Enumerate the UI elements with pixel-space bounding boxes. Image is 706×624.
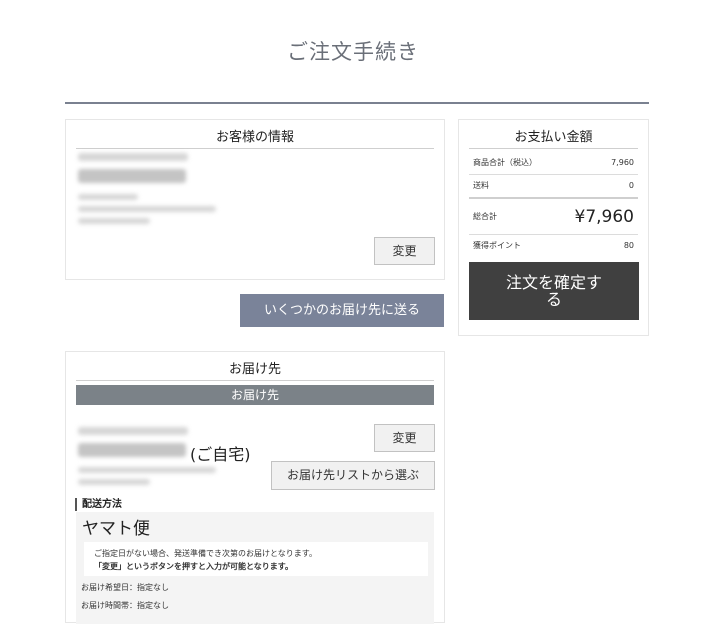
multiple-destinations-button[interactable]: いくつかのお届け先に送る xyxy=(240,294,444,327)
page-title: ご注文手続き xyxy=(287,40,419,64)
shipping-notice: ご指定日がない場合、発送準備でき次第のお届けとなります。 「変更」というボタンを… xyxy=(84,542,428,576)
confirm-order-button[interactable]: 注文を確定する xyxy=(469,262,639,320)
customer-kana-redacted xyxy=(78,153,188,161)
delivery-subheading-bar: お届け先 xyxy=(76,385,434,405)
delivery-change-button[interactable]: 変更 xyxy=(374,424,435,452)
shipping-row: 送料 0 xyxy=(469,175,638,199)
subtotal-label: 商品合計（税込） xyxy=(473,158,537,167)
points-value: 80 xyxy=(623,241,634,250)
shipping-value: 0 xyxy=(628,181,634,190)
points-label: 獲得ポイント xyxy=(473,241,521,250)
recipient-address-redacted xyxy=(78,467,216,473)
choose-from-address-list-button[interactable]: お届け先リストから選ぶ xyxy=(271,461,435,490)
recipient-phone-redacted xyxy=(78,479,150,485)
customer-zip-redacted xyxy=(78,194,138,200)
customer-change-button[interactable]: 変更 xyxy=(374,237,435,265)
home-label: (ご自宅) xyxy=(190,445,251,464)
title-divider xyxy=(65,102,649,104)
carrier-name: ヤマト便 xyxy=(82,519,150,539)
delivery-panel: お届け先 お届け先 (ご自宅) 変更 お届け先リストから選ぶ 配送方法 ヤマト便… xyxy=(65,351,445,624)
shipping-method-box: ヤマト便 ご指定日がない場合、発送準備でき次第のお届けとなります。 「変更」とい… xyxy=(76,512,434,624)
notice-line-2: 「変更」というボタンを押すと入力が可能となります。 xyxy=(94,562,293,571)
subtotal-value: 7,960 xyxy=(611,158,634,167)
customer-info-heading: お客様の情報 xyxy=(76,126,434,149)
shipping-method-heading: 配送方法 xyxy=(75,498,122,511)
recipient-kana-redacted xyxy=(78,427,188,435)
delivery-date-label: お届け希望日： xyxy=(81,583,137,592)
points-row: 獲得ポイント 80 xyxy=(469,235,638,257)
recipient-name-redacted xyxy=(78,443,186,457)
delivery-time-value: 指定なし xyxy=(137,601,169,610)
delivery-heading: お届け先 xyxy=(76,358,434,381)
total-row: 総合計 ¥7,960 xyxy=(469,200,638,235)
customer-info-panel: お客様の情報 変更 xyxy=(65,119,445,280)
shipping-label: 送料 xyxy=(473,181,489,190)
payment-summary-panel: お支払い金額 商品合計（税込） 7,960 送料 0 総合計 ¥7,960 獲得… xyxy=(458,119,649,336)
customer-phone-redacted xyxy=(78,218,150,224)
delivery-date-row: お届け希望日：指定なし xyxy=(81,582,169,593)
customer-name-redacted xyxy=(78,169,186,183)
customer-address-redacted xyxy=(78,206,216,212)
subtotal-row: 商品合計（税込） 7,960 xyxy=(469,152,638,175)
delivery-time-label: お届け時間帯： xyxy=(81,601,137,610)
confirm-order-label: 注文を確定する xyxy=(505,273,602,309)
payment-heading: お支払い金額 xyxy=(469,126,638,149)
delivery-date-value: 指定なし xyxy=(137,583,169,592)
total-label: 総合計 xyxy=(473,212,497,221)
notice-line-1: ご指定日がない場合、発送準備でき次第のお届けとなります。 xyxy=(94,549,317,558)
total-value: ¥7,960 xyxy=(574,207,634,227)
delivery-time-row: お届け時間帯：指定なし xyxy=(81,600,169,611)
